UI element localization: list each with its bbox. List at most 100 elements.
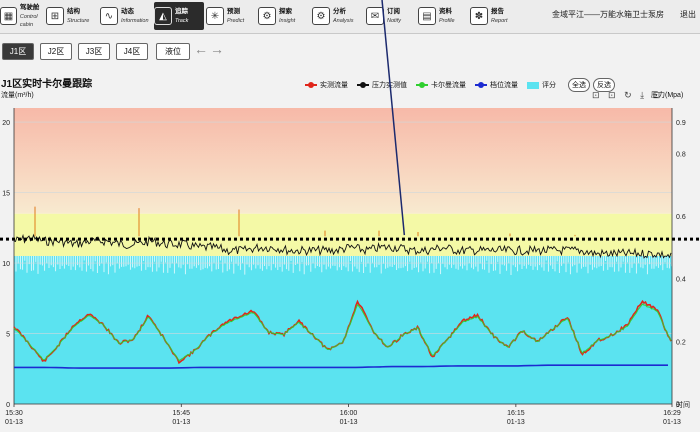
band-high [14,108,672,214]
zone-tab-4[interactable]: 液位 [156,43,190,60]
nav-label: 追踪 [175,7,188,15]
x-tick-date: 01-13 [340,419,358,426]
score-area [14,256,672,404]
chart-title: J1区实时卡尔曼跟踪 [1,79,93,90]
nav-sublabel: Report [491,17,508,24]
zone-tab-2[interactable]: J3区 [78,43,110,60]
y-right-tick-label: 0 [676,402,680,409]
nav-item-notify[interactable]: ✉ 订阅 Notify [366,2,416,30]
x-tick-date: 01-13 [663,419,681,426]
legend-marker [416,82,428,88]
y-left-tick-label: 20 [2,120,10,127]
nav-label: 订阅 [387,7,400,15]
x-tick-date: 01-13 [5,419,23,426]
nav-icon: ✉ [366,7,384,25]
y-axis-left-unit: 流量(m³/h) [1,92,34,99]
nav-sublabel: Predict [227,17,245,24]
x-tick-date: 01-13 [507,419,525,426]
nav-sublabel: Profile [439,17,455,24]
nav-icon: ⚙ [258,7,276,25]
legend-item[interactable]: 评分 [527,80,556,90]
x-axis-end-label: 时间 [676,400,690,409]
annotation-line [381,0,406,236]
nav-icon: ⚙ [312,7,330,25]
y-left-tick-label: 0 [6,402,10,409]
nav-icon: ◭ [154,7,172,25]
zone-tabs: ← → J1区 J2区 J3区 J4区 液位 [0,39,700,61]
nav-sublabel: Information [121,17,149,24]
series-pressure [13,233,672,259]
nav-sublabel: Insight [279,17,296,24]
nav-icon: ✽ [470,7,488,25]
x-tick-time: 15:45 [173,410,191,417]
legend-item[interactable]: 压力实测值 [357,80,407,90]
nav-icon: ∿ [100,7,118,25]
arrow-right-icon[interactable]: → [210,41,224,57]
zone-tab-0[interactable]: J1区 [2,43,34,60]
station-name: 金域平江——万能水箱卫士泵房 [552,10,664,19]
y-right-tick-label: 0.9 [676,120,686,127]
x-tick-time: 16:29 [663,410,681,417]
zone-tab-3[interactable]: J4区 [116,43,148,60]
band-mid [14,213,672,256]
x-tick-time: 15:30 [5,410,23,417]
nav-sublabel: Analysis [333,17,354,24]
nav-item-profile[interactable]: ▤ 资料 Profile [418,2,468,30]
nav-icon: ▦ [0,7,17,25]
legend-label: 压力实测值 [372,82,407,89]
legend-label: 实测流量 [320,82,348,89]
nav-label: 资料 [439,7,452,15]
legend-label: 卡尔曼流量 [431,82,466,89]
nav-item-control-cabin[interactable]: ▦ 驾驶舱 Control cabin [0,2,50,30]
nav-label: 预测 [227,7,240,15]
top-nav: 金域平江——万能水箱卫士泵房 退出 ▦ 驾驶舱 Control cabin ⊞ 结构 St… [0,0,700,34]
chart-toolbox[interactable]: ⊡ ⊡ ↻ ⤓ ⊡ [592,90,663,101]
legend-item[interactable]: 档位流量 [475,80,518,90]
nav-item-information[interactable]: ∿ 动态 Information [100,2,150,30]
nav-label: 分析 [333,7,346,15]
x-tick-time: 16:15 [507,410,525,417]
score-spikes [15,256,673,275]
legend-marker [527,81,539,89]
arrow-left-icon[interactable]: ← [194,41,208,57]
legend-label: 评分 [542,82,556,89]
x-tick-time: 16:00 [340,410,358,417]
legend-label: 档位流量 [490,82,518,89]
nav-icon: ✳ [206,7,224,25]
nav-label: 动态 [121,7,134,15]
legend-item[interactable]: 卡尔曼流量 [416,80,466,90]
zone-tab-1[interactable]: J2区 [40,43,72,60]
nav-icon: ⊞ [46,7,64,25]
nav-item-predict[interactable]: ✳ 预测 Predict [206,2,256,30]
nav-item-insight[interactable]: ⚙ 探索 Insight [258,2,308,30]
nav-sublabel: Notify [387,17,402,24]
x-tick-date: 01-13 [172,419,190,426]
series-level-flow [14,364,668,369]
chart-legend: 实测流量 压力实测值 卡尔曼流量 档位流量 评分 全选 反选 [305,78,615,92]
y-right-tick-label: 0.8 [676,151,686,158]
nav-sublabel: Structure [67,17,90,24]
legend-marker [357,82,369,88]
nav-label: 结构 [67,7,80,15]
y-left-tick-label: 10 [2,261,10,268]
legend-marker [475,82,487,88]
series-measured-flow [13,299,672,365]
plot-background [14,108,672,404]
nav-item-track[interactable]: ◭ 追踪 Track [154,2,204,30]
nav-item-analysis[interactable]: ⚙ 分析 Analysis [312,2,362,30]
exit-link[interactable]: 退出 [680,9,696,20]
y-left-tick-label: 5 [6,332,10,339]
nav-label: 报告 [491,7,504,15]
y-left-tick-label: 15 [2,191,10,198]
chart-plot: 0 5 10 15 20 0 0.2 0.4 0.6 0.8 0.9 15:30 01-13 15:45 0… [0,0,700,426]
nav-icon: ▤ [418,7,436,25]
nav-sublabel: Track [175,17,189,24]
select-all-button[interactable]: 全选 [568,78,590,92]
nav-item-report[interactable]: ✽ 报告 Report [470,2,520,30]
legend-item[interactable]: 实测流量 [305,80,348,90]
y-right-tick-label: 0.4 [676,277,686,284]
nav-item-structure[interactable]: ⊞ 结构 Structure [46,2,96,30]
y-right-tick-label: 0.6 [676,214,686,221]
legend-marker [305,82,317,88]
nav-label: 探索 [279,7,292,15]
